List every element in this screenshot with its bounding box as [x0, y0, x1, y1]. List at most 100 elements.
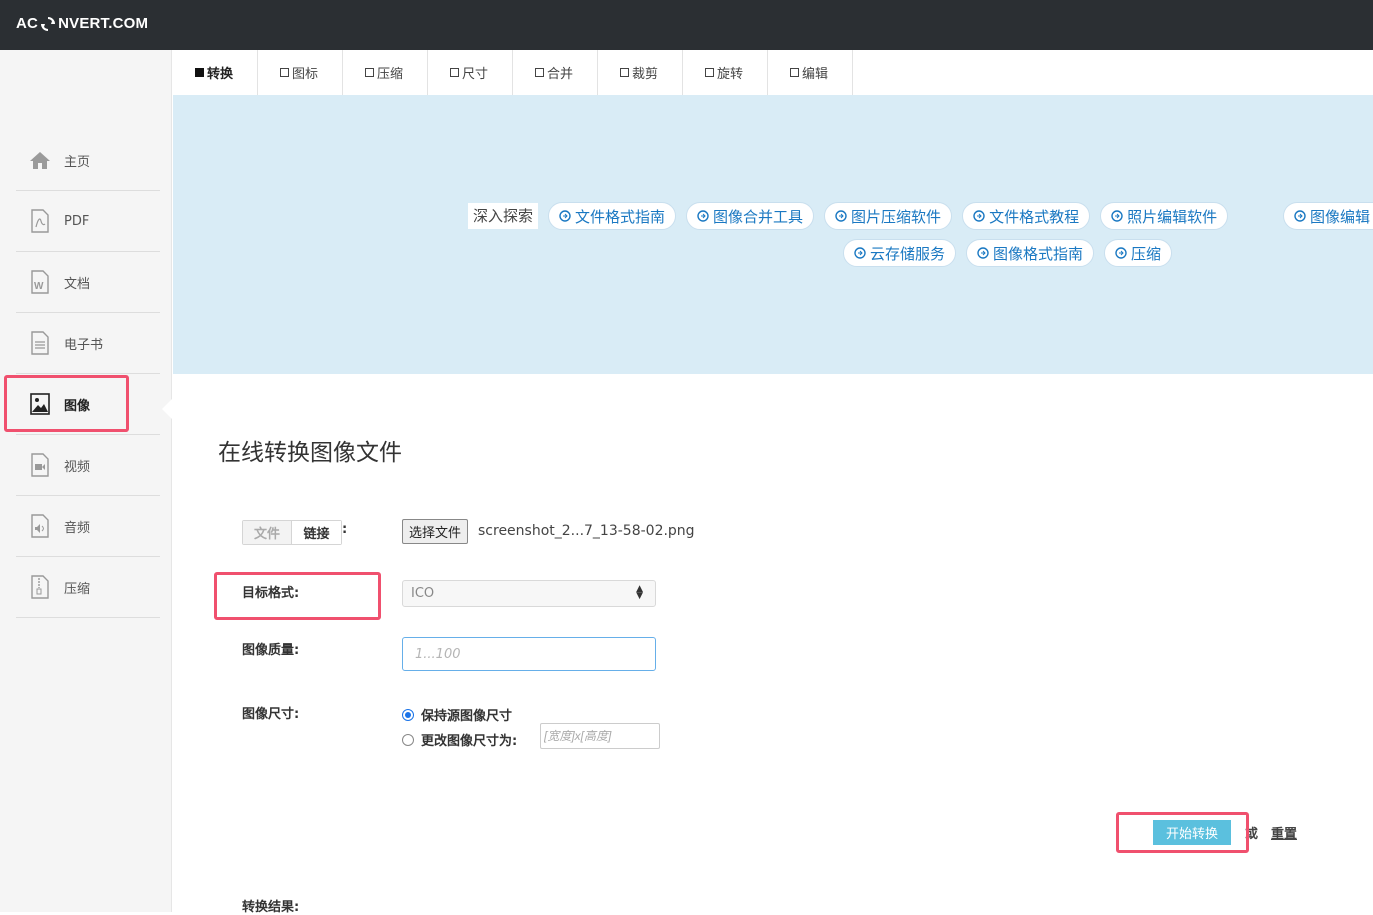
- reset-link[interactable]: 重置: [1271, 823, 1297, 842]
- tab-compress[interactable]: 压缩: [343, 50, 428, 95]
- sidebar-item-label: 压缩: [64, 581, 91, 597]
- banner-link-label: 照片编辑软件: [1127, 207, 1218, 226]
- size-dimensions-input[interactable]: [540, 723, 660, 749]
- circle-arrow-icon: [697, 210, 709, 222]
- word-document-icon: W: [28, 270, 52, 294]
- tab-convert[interactable]: 转换: [173, 50, 258, 95]
- checkbox-icon: [620, 68, 629, 77]
- circle-arrow-icon: [973, 210, 985, 222]
- radio-checked-icon[interactable]: [402, 708, 414, 721]
- banner-link-clip: 图像编辑: [1283, 202, 1373, 230]
- active-nav-pointer: [162, 398, 173, 420]
- sidebar: 主页 PDF W 文档 电子书 图像 视频 音频 压缩: [0, 50, 172, 912]
- size-change-option[interactable]: 更改图像尺寸为:: [402, 730, 517, 749]
- banner-link[interactable]: 图像格式指南: [966, 239, 1095, 267]
- banner-link[interactable]: 图像编辑: [1283, 202, 1373, 230]
- video-icon: [28, 453, 52, 477]
- circle-arrow-icon: [1294, 210, 1306, 222]
- sidebar-item-ebook[interactable]: 电子书: [16, 313, 160, 374]
- tab-label: 旋转: [717, 67, 744, 82]
- circle-arrow-icon: [1115, 247, 1127, 259]
- tab-label: 裁剪: [632, 67, 659, 82]
- tab-label: 图标: [292, 67, 319, 82]
- sidebar-item-audio[interactable]: 音频: [16, 496, 160, 557]
- sidebar-item-pdf[interactable]: PDF: [16, 191, 160, 252]
- sidebar-item-label: 电子书: [64, 337, 104, 353]
- page-title: 在线转换图像文件: [218, 440, 402, 466]
- sidebar-item-video[interactable]: 视频: [16, 435, 160, 496]
- tab-icon[interactable]: 图标: [258, 50, 343, 95]
- pdf-file-icon: [28, 209, 52, 233]
- tab-label: 尺寸: [462, 67, 489, 82]
- size-keep-label: 保持源图像尺寸: [421, 709, 513, 724]
- tab-label: 编辑: [802, 67, 829, 82]
- banner-link-label: 图像合并工具: [713, 207, 804, 226]
- image-icon: [28, 392, 52, 416]
- choose-file-button[interactable]: 选择文件: [402, 519, 469, 544]
- source-link-button[interactable]: 链接: [292, 521, 341, 544]
- start-convert-button[interactable]: 开始转换: [1153, 820, 1231, 845]
- checkbox-icon: [535, 68, 544, 77]
- tab-resize[interactable]: 尺寸: [428, 50, 513, 95]
- checkbox-icon: [365, 68, 374, 77]
- banner-link[interactable]: 照片编辑软件: [1100, 202, 1229, 230]
- banner-link-label: 文件格式教程: [989, 207, 1080, 226]
- logo-text-left: AC: [16, 15, 39, 32]
- banner-link-label: 云存储服务: [870, 244, 946, 263]
- tab-label: 压缩: [377, 67, 404, 82]
- radio-icon[interactable]: [402, 733, 414, 746]
- explore-label: 深入探索: [468, 203, 539, 229]
- size-change-label: 更改图像尺寸为:: [421, 734, 518, 749]
- logo-text-right: NVERT.COM: [58, 15, 149, 32]
- target-format-select[interactable]: ICO ▲ ▼: [402, 580, 656, 607]
- tab-edit[interactable]: 编辑: [768, 50, 853, 95]
- sidebar-item-label: 文档: [64, 276, 91, 292]
- banner-link[interactable]: 云存储服务: [843, 239, 957, 267]
- home-icon: [28, 148, 52, 172]
- checkbox-filled-icon: [195, 68, 204, 77]
- selected-file-name: screenshot_2...7_13-58-02.png: [478, 523, 695, 539]
- result-label: 转换结果:: [242, 900, 300, 915]
- source-toggle: 文件 链接: [242, 520, 342, 545]
- size-keep-option[interactable]: 保持源图像尺寸: [402, 705, 512, 724]
- tab-merge[interactable]: 合并: [513, 50, 598, 95]
- top-bar: AC NVERT.COM: [0, 0, 1373, 50]
- checkbox-icon: [280, 68, 289, 77]
- sidebar-item-documents[interactable]: W 文档: [16, 252, 160, 313]
- tab-rotate[interactable]: 旋转: [683, 50, 768, 95]
- banner-link-label: 文件格式指南: [575, 207, 666, 226]
- sidebar-item-home[interactable]: 主页: [16, 130, 160, 191]
- source-file-button[interactable]: 文件: [243, 521, 292, 544]
- banner-link[interactable]: 图像合并工具: [686, 202, 815, 230]
- banner-link[interactable]: 压缩: [1104, 239, 1173, 267]
- banner-link-label: 图像格式指南: [993, 244, 1084, 263]
- audio-icon: [28, 514, 52, 538]
- source-colon: :: [342, 522, 348, 537]
- sidebar-item-label: 音频: [64, 520, 91, 536]
- tab-crop[interactable]: 裁剪: [598, 50, 683, 95]
- target-format-label: 目标格式:: [242, 586, 300, 601]
- sidebar-item-label: 视频: [64, 459, 91, 475]
- banner-link[interactable]: 文件格式教程: [962, 202, 1091, 230]
- ad-banner: [173, 95, 1373, 374]
- banner-row-1: 深入探索 文件格式指南 图像合并工具 图片压缩软件 文件格式教程 照片编辑软件: [468, 202, 1229, 230]
- banner-link-label: 图像编辑: [1310, 207, 1371, 226]
- tab-label: 合并: [547, 67, 574, 82]
- banner-link[interactable]: 图片压缩软件: [824, 202, 953, 230]
- checkbox-icon: [450, 68, 459, 77]
- circle-arrow-icon: [977, 247, 989, 259]
- target-format-value: ICO: [411, 586, 435, 601]
- banner-link-label: 压缩: [1131, 244, 1162, 263]
- or-text: 或: [1245, 827, 1259, 842]
- quality-input[interactable]: [402, 637, 656, 671]
- sidebar-item-image[interactable]: 图像: [16, 374, 160, 435]
- sidebar-item-label: 图像: [64, 398, 91, 414]
- tool-tabs: 转换 图标 压缩 尺寸 合并 裁剪 旋转 编辑: [173, 50, 853, 95]
- circle-arrow-icon: [854, 247, 866, 259]
- banner-link[interactable]: 文件格式指南: [548, 202, 677, 230]
- select-arrows-icon: ▲ ▼: [636, 584, 643, 601]
- tab-label: 转换: [207, 67, 234, 82]
- size-label: 图像尺寸:: [242, 707, 300, 722]
- sidebar-item-archive[interactable]: 压缩: [16, 557, 160, 618]
- site-logo[interactable]: AC NVERT.COM: [16, 15, 148, 32]
